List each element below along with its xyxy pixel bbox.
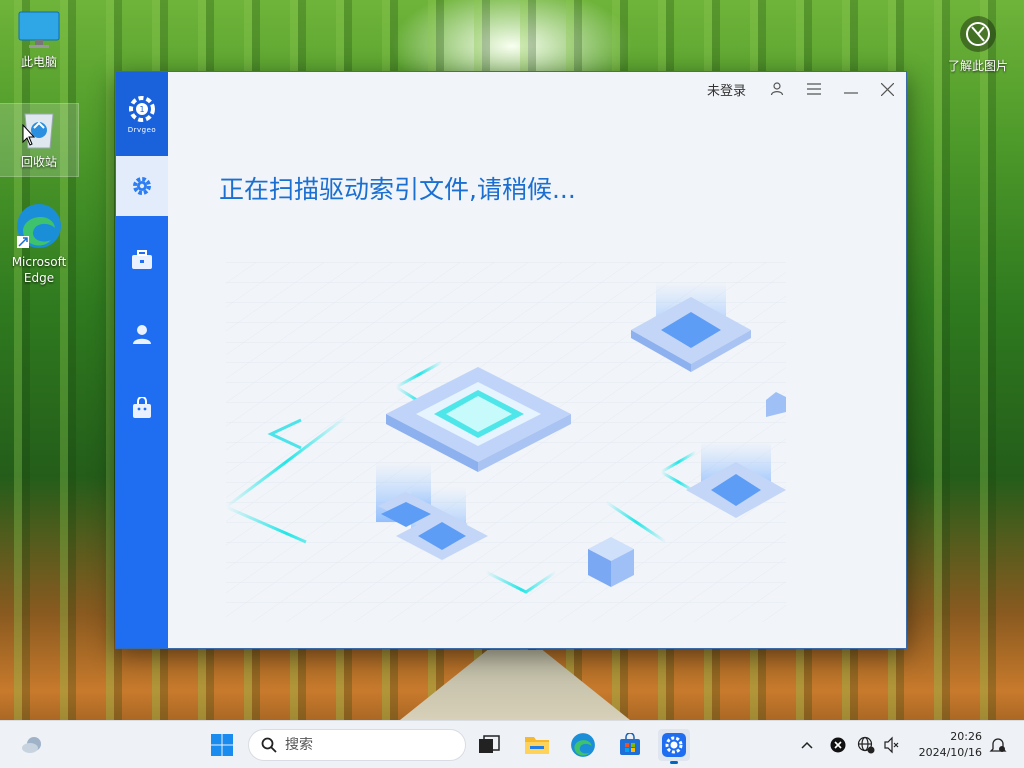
clock-date: 2024/10/16 (918, 746, 982, 759)
desktop-icon-label: 回收站 (20, 155, 57, 169)
globe-no-internet-icon (857, 736, 875, 754)
search-icon (261, 737, 277, 753)
bell-icon (989, 738, 1007, 752)
gear-icon (133, 177, 151, 195)
nav-store[interactable] (116, 378, 168, 438)
taskbar-search[interactable] (248, 729, 466, 761)
store-button[interactable] (614, 729, 646, 761)
system-clock[interactable]: 20:26 2024/10/16 (919, 729, 982, 761)
toolbox-icon (132, 250, 152, 269)
camera-lens-icon (960, 16, 996, 52)
scan-status-message: 正在扫描驱动索引文件,请稍候... (219, 175, 576, 204)
taskbar: 20:26 2024/10/16 (0, 720, 1024, 768)
nav-driver-scan[interactable] (116, 156, 168, 216)
desktop-icon-recycle-bin[interactable]: 回收站 (0, 103, 79, 177)
widgets-button[interactable] (16, 729, 48, 761)
network-button[interactable] (854, 729, 878, 761)
weather-icon (22, 737, 41, 753)
nav-user[interactable] (116, 304, 168, 364)
edge-icon (571, 733, 595, 757)
learn-about-picture[interactable]: 了解此图片 (938, 14, 1018, 74)
scan-illustration (223, 262, 786, 622)
svg-text:1: 1 (139, 105, 144, 114)
volume-button[interactable] (880, 729, 904, 761)
clock-time: 20:26 (950, 730, 982, 743)
speaker-muted-icon (884, 736, 899, 754)
desktop-icon-label: 此电脑 (20, 55, 57, 69)
app-logo: 1 Drvgeo (116, 72, 168, 156)
folder-icon (525, 737, 549, 754)
notifications-button[interactable] (986, 729, 1010, 761)
close-button[interactable] (869, 72, 906, 106)
task-view-icon (479, 735, 500, 753)
login-status-link[interactable]: 未登录 (707, 80, 746, 99)
monitor-icon (18, 11, 60, 48)
hamburger-icon (806, 83, 821, 95)
desktop-icon-this-pc[interactable]: 此电脑 (0, 10, 78, 70)
desktop-icon-label: Microsoft Edge (11, 255, 67, 285)
driver-app-taskbar-button[interactable] (658, 729, 690, 761)
minimize-icon (843, 92, 858, 94)
user-outline-icon (770, 82, 783, 96)
edge-icon (17, 204, 61, 248)
file-explorer-button[interactable] (521, 729, 553, 761)
driver-app-icon (662, 733, 686, 757)
start-button[interactable] (206, 729, 238, 761)
task-view-button[interactable] (473, 729, 505, 761)
store-icon (620, 733, 640, 755)
app-sidebar: 1 Drvgeo (116, 72, 168, 648)
window-titlebar: 未登录 (707, 72, 906, 106)
tray-app-button[interactable] (822, 729, 854, 761)
running-indicator (670, 761, 678, 764)
close-icon (881, 82, 894, 96)
chevron-up-icon (801, 741, 813, 749)
driver-app-window: 1 Drvgeo 未登录 正在扫描驱动索引文件,请稍候... (115, 71, 907, 649)
edge-taskbar-button[interactable] (567, 729, 599, 761)
user-icon (133, 325, 151, 344)
close-circle-icon (830, 737, 846, 753)
logo-text: Drvgeo (127, 125, 157, 134)
bag-icon (133, 397, 151, 418)
search-input[interactable] (285, 737, 445, 753)
minimize-button[interactable] (832, 72, 869, 106)
user-button[interactable] (758, 72, 795, 106)
show-hidden-icons-button[interactable] (790, 729, 824, 761)
menu-button[interactable] (795, 72, 832, 106)
desktop-icon-edge[interactable]: Microsoft Edge (0, 202, 78, 286)
mouse-cursor-icon (22, 124, 36, 146)
learn-picture-label: 了解此图片 (947, 59, 1008, 73)
windows-logo-icon (211, 734, 233, 756)
nav-toolbox[interactable] (116, 230, 168, 290)
gear-logo-icon: 1 (129, 95, 155, 122)
